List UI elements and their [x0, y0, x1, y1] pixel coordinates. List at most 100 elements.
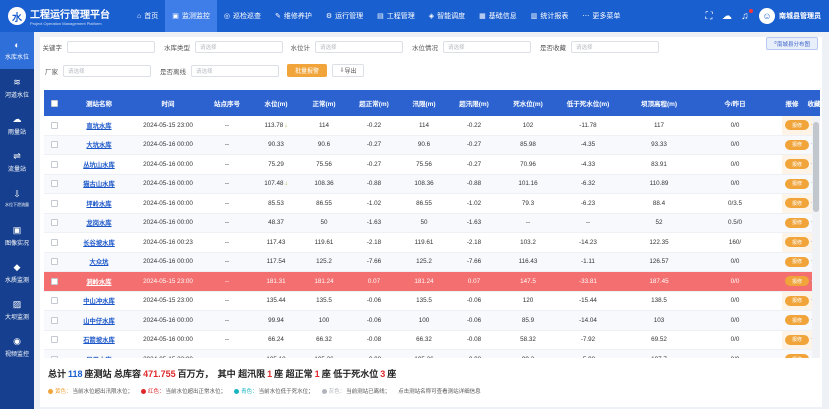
repair-button[interactable]: 报修	[785, 120, 809, 131]
repair-button[interactable]: 报修	[785, 315, 809, 326]
app-logo[interactable]: 水 工程运行管理平台 Project Operation Management …	[0, 0, 130, 32]
nav-item-5[interactable]: ▤ 工程管理	[370, 0, 422, 32]
table-row[interactable]: 凤凰水库 2024-05-15 23:00 -- 105.18 105.26 -0.08 1…	[44, 350, 820, 358]
water-level-select[interactable]: 请选择	[315, 41, 403, 53]
row-checkbox[interactable]	[50, 160, 58, 168]
cell-seq: --	[202, 194, 252, 213]
offline-select[interactable]: 请选择	[191, 64, 279, 77]
cell-value: 66.24	[268, 336, 284, 344]
repair-button[interactable]: 报修	[785, 217, 809, 228]
keyword-input[interactable]	[67, 41, 155, 53]
station-link[interactable]: 猫古山水库	[83, 179, 114, 188]
repair-button[interactable]: 报修	[785, 198, 809, 209]
sidebar-item-0[interactable]: ◐ 水库水位	[0, 32, 34, 69]
distribution-map-button[interactable]: ⌕ 南城县分布图	[766, 37, 818, 50]
row-checkbox[interactable]	[50, 199, 58, 207]
row-checkbox[interactable]	[50, 258, 58, 266]
station-link[interactable]: 直坑水库	[86, 121, 111, 130]
download-icon[interactable]: ☁	[721, 10, 733, 22]
sidebar-item-1[interactable]: ≋ 河道水位	[0, 69, 34, 106]
table-row[interactable]: 洞岭水库 2024-05-15 23:00 -- 181.31 181.24 0.07 18…	[44, 272, 820, 292]
table-row[interactable]: 长谷坡水库 2024-05-16 00:23 -- 117.43 119.61 -2.18…	[44, 233, 820, 253]
sidebar-item-2[interactable]: ☁ 雨量站	[0, 106, 34, 143]
table-row[interactable]: 丛坑山水库 2024-05-16 00:00 -- 75.29 75.56 -0.27 75…	[44, 155, 820, 175]
sidebar-item-3[interactable]: ⇌ 流量站	[0, 143, 34, 180]
nav-item-3[interactable]: ✎ 维修养护	[268, 0, 319, 32]
table-row[interactable]: 坪岭水库 2024-05-16 00:00 -- 85.53 86.55 -1.02 86.…	[44, 194, 820, 214]
table-row[interactable]: 直坑水库 2024-05-15 23:00 -- 113.78 ↓ 114 -0.22 114…	[44, 116, 820, 136]
sidebar-item-7[interactable]: ▨ 大坝监测	[0, 291, 34, 328]
row-checkbox[interactable]	[50, 277, 58, 285]
user-menu[interactable]: ☺ 南城县管理员	[759, 8, 821, 24]
station-link[interactable]: 大坑水库	[86, 140, 111, 149]
row-checkbox[interactable]	[50, 336, 58, 344]
fullscreen-icon[interactable]: ⛶	[703, 10, 715, 22]
table-row[interactable]: 龙岗水库 2024-05-16 00:00 -- 48.37 50 -1.63 50 -1.6…	[44, 213, 820, 233]
row-checkbox[interactable]	[50, 238, 58, 246]
cell-value: 103	[653, 316, 665, 324]
cell-value: -6.32	[580, 180, 596, 188]
repair-button[interactable]: 报修	[785, 354, 809, 358]
cell-value: 0/0	[730, 336, 740, 344]
scrollbar-thumb[interactable]	[813, 122, 819, 212]
repair-button[interactable]: 报修	[785, 159, 809, 170]
repair-button[interactable]: 报修	[785, 139, 809, 150]
cell-level: 181.31	[252, 272, 300, 291]
station-link[interactable]: 石箭坡水库	[83, 335, 114, 344]
station-link[interactable]: 山中仔水库	[83, 316, 114, 325]
sidebar-item-4[interactable]: ⇩ 水位下泄流量	[0, 180, 34, 217]
nav-item-9[interactable]: ⋯ 更多菜单	[575, 0, 627, 32]
cell-value: -0.27	[366, 160, 382, 168]
table-row[interactable]: 猫古山水库 2024-05-16 00:00 -- 107.48 ↓ 108.36 -0.8…	[44, 174, 820, 194]
station-link[interactable]: 长谷坡水库	[83, 238, 114, 247]
select-all-checkbox[interactable]	[50, 99, 58, 107]
row-checkbox[interactable]	[50, 219, 58, 227]
row-checkbox[interactable]	[50, 180, 58, 188]
repair-button[interactable]: 报修	[785, 256, 809, 267]
sidebar-item-5[interactable]: ▣ 图像实况	[0, 217, 34, 254]
station-link[interactable]: 凤凰水库	[86, 355, 111, 358]
nav-item-4[interactable]: ⚙ 运行管理	[319, 0, 370, 32]
export-button[interactable]: ⇩ 导出	[332, 64, 364, 77]
cell-value: 2024-05-16 00:00	[143, 316, 193, 324]
cell-level: 75.29	[252, 155, 300, 174]
station-link[interactable]: 洞岭水库	[86, 277, 111, 286]
station-link[interactable]: 龙岗水库	[86, 218, 111, 227]
cell-value: 119.61	[414, 238, 434, 246]
vendor-select[interactable]: 请选择	[63, 64, 151, 77]
row-checkbox[interactable]	[50, 316, 58, 324]
reservoir-type-select[interactable]: 请选择	[195, 41, 283, 53]
repair-button[interactable]: 报修	[785, 295, 809, 306]
table-row[interactable]: 大坑水库 2024-05-16 00:00 -- 90.33 90.6 -0.27 90.6…	[44, 135, 820, 155]
repair-button[interactable]: 报修	[785, 276, 809, 287]
repair-button[interactable]: 报修	[785, 237, 809, 248]
row-checkbox[interactable]	[50, 355, 58, 358]
table-row[interactable]: 中山冲水库 2024-05-15 23:00 -- 135.44 135.5 -0.06 1…	[44, 292, 820, 311]
bell-icon[interactable]: ♫	[739, 9, 753, 22]
nav-item-8[interactable]: ▥ 统计报表	[524, 0, 576, 32]
station-link[interactable]: 坪岭水库	[86, 199, 111, 208]
nav-item-7[interactable]: ▦ 基础信息	[472, 0, 524, 32]
row-checkbox[interactable]	[50, 121, 58, 129]
row-checkbox[interactable]	[50, 297, 58, 305]
sidebar-item-6[interactable]: ◆ 水质监测	[0, 254, 34, 291]
nav-item-1[interactable]: ▣ 监测监控	[165, 0, 217, 32]
nav-item-0[interactable]: ⌂ 首页	[130, 0, 165, 32]
repair-button[interactable]: 报修	[785, 178, 809, 189]
cell-value: -0.08	[366, 336, 382, 344]
station-link[interactable]: 丛坑山水库	[83, 160, 114, 169]
nav-item-2[interactable]: ◎ 巡检巡查	[217, 0, 268, 32]
row-checkbox[interactable]	[50, 141, 58, 149]
table-row[interactable]: 山中仔水库 2024-05-16 00:00 -- 99.94 100 -0.06 100 -…	[44, 311, 820, 331]
station-link[interactable]: 中山冲水库	[83, 296, 114, 305]
arrow-down-icon: ↓	[284, 180, 288, 188]
sidebar-item-8[interactable]: ◉ 视频监控	[0, 328, 34, 365]
table-row[interactable]: 大众坑 2024-05-16 00:00 -- 117.54 125.2 -7.66 125…	[44, 252, 820, 272]
repair-button[interactable]: 报修	[785, 334, 809, 345]
nav-item-6[interactable]: ◈ 智能调度	[422, 0, 472, 32]
table-row[interactable]: 石箭坡水库 2024-05-16 00:00 -- 66.24 66.32 -0.08 66…	[44, 331, 820, 350]
water-status-select[interactable]: 请选择	[443, 41, 531, 53]
favorite-select[interactable]: 请选择	[571, 41, 659, 53]
batch-alarm-button[interactable]: 批量报警	[287, 64, 327, 77]
station-link[interactable]: 大众坑	[90, 257, 109, 266]
